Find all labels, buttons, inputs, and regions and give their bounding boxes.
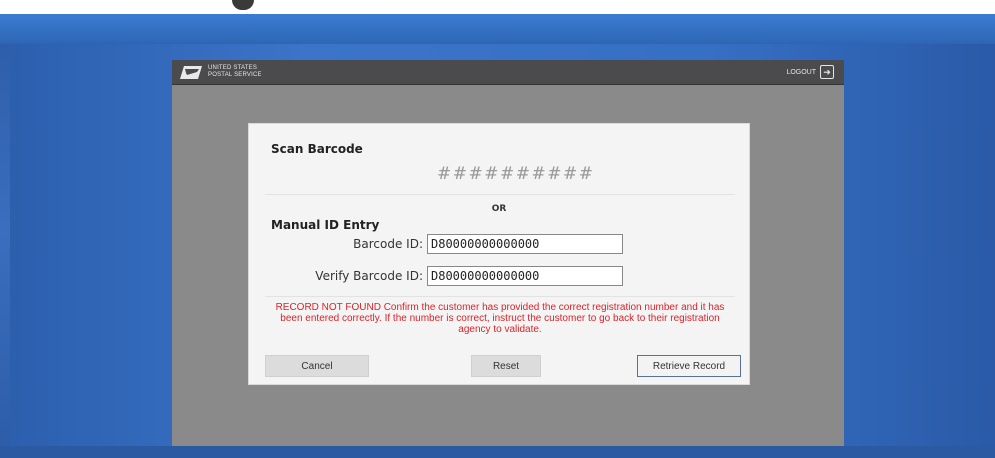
cancel-button[interactable]: Cancel [265, 355, 369, 377]
scan-barcode-field[interactable]: ########## [437, 164, 594, 184]
logo-text: UNITED STATES POSTAL SERVICE [208, 65, 262, 79]
verify-barcode-id-label: Verify Barcode ID: [315, 269, 423, 283]
logo-line-2: POSTAL SERVICE [208, 72, 262, 78]
logout-label: LOGOUT [786, 68, 816, 76]
section-divider [265, 296, 735, 297]
scan-dialog: Scan Barcode ########## OR Manual ID Ent… [248, 123, 750, 385]
verify-barcode-id-input[interactable] [427, 266, 623, 286]
retrieve-record-button[interactable]: Retrieve Record [637, 355, 741, 377]
top-strip [0, 0, 995, 14]
barcode-id-input[interactable] [427, 234, 623, 254]
logout-button[interactable]: LOGOUT ➜ [786, 65, 834, 79]
logo-line-1: UNITED STATES [208, 65, 258, 71]
usps-logo: UNITED STATES POSTAL SERVICE [180, 65, 262, 79]
app-header: UNITED STATES POSTAL SERVICE LOGOUT ➜ [172, 60, 844, 85]
reset-button[interactable]: Reset [471, 355, 541, 377]
eagle-icon [180, 65, 202, 79]
scan-barcode-title: Scan Barcode [271, 142, 363, 156]
error-message: RECORD NOT FOUND Confirm the customer ha… [275, 302, 725, 335]
manual-id-title: Manual ID Entry [271, 218, 380, 232]
scan-barcode-section: Scan Barcode ########## [265, 136, 735, 195]
or-separator: OR [491, 204, 507, 214]
top-blue-band [0, 14, 995, 44]
bottom-bar [0, 446, 995, 458]
barcode-id-label: Barcode ID: [353, 237, 423, 251]
logout-arrow-icon: ➜ [820, 65, 834, 79]
